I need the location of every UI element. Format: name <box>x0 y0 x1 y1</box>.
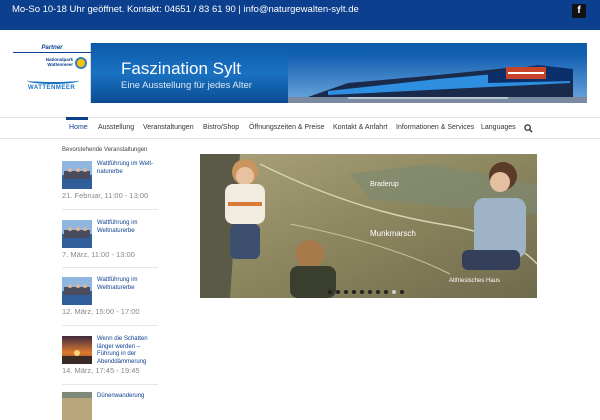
slider-dot[interactable] <box>352 290 356 294</box>
event-title[interactable]: Wattführung im Welt­naturerbe <box>97 161 159 176</box>
event-thumbnail[interactable] <box>62 277 92 305</box>
event-thumbnail[interactable] <box>62 220 92 248</box>
slider-dot-active[interactable] <box>392 290 396 294</box>
event-thumbnail[interactable] <box>62 336 92 364</box>
nav-kontakt[interactable]: Kontakt & Anfahrt <box>333 124 387 131</box>
event-date: 12. März, 15:00 - 17:00 <box>62 307 140 316</box>
nav-bottom-border <box>0 138 600 139</box>
event-separator <box>62 267 158 268</box>
nav-veranstaltungen[interactable]: Veranstaltungen <box>143 124 194 131</box>
event-title[interactable]: Wattführung im Weltnaturerbe <box>97 277 159 292</box>
facebook-icon[interactable]: f <box>572 4 586 18</box>
nav-active-indicator <box>66 117 88 120</box>
waves-icon <box>27 77 79 84</box>
wattenmeer-label: WATTENMEER <box>28 85 76 91</box>
event-date: 7. März, 11:00 - 13:00 <box>62 250 135 259</box>
map-label-braderup: Braderup <box>370 181 399 188</box>
event-date: 21. Februar, 11:00 - 13:00 <box>62 191 149 200</box>
event-title[interactable]: Dünenwanderung <box>97 393 159 401</box>
slider-dot[interactable] <box>360 290 364 294</box>
slider-dot[interactable] <box>328 290 332 294</box>
nav-ausstellung[interactable]: Ausstellung <box>98 124 134 131</box>
event-thumbnail[interactable] <box>62 392 92 420</box>
building-image <box>288 53 587 103</box>
sun-logo-icon <box>75 57 87 69</box>
event-separator <box>62 209 158 210</box>
banner-subtitle: Eine Ausstellung für jedes Alter <box>121 80 252 91</box>
slider-dot[interactable] <box>336 290 340 294</box>
event-title[interactable]: Wenn die Schatten länger werden – Führun… <box>97 336 159 366</box>
map-label-munkmarsch: Munkmarsch <box>370 229 416 238</box>
event-date: 14. März, 17:45 - 19:45 <box>62 366 140 375</box>
map-label-haus: Altfriesisches Haus <box>449 278 500 284</box>
partner-logo[interactable]: Partner Nationalpark Wattenmeer WATTENME… <box>13 43 91 103</box>
hero-slider-image[interactable]: Braderup Munkmarsch Altfriesisches Haus <box>200 154 537 298</box>
nav-home[interactable]: Home <box>69 124 88 131</box>
upcoming-events-heading: Bevorstehende Veranstaltungen <box>62 147 148 153</box>
slider-dot[interactable] <box>376 290 380 294</box>
nationalpark-label: Nationalpark Wattenmeer <box>45 57 73 67</box>
nav-top-border <box>0 117 600 118</box>
event-separator <box>62 384 158 385</box>
contact-info: Mo-So 10-18 Uhr geöffnet. Kontakt: 04651… <box>12 4 359 15</box>
slider-dot[interactable] <box>400 290 404 294</box>
header-banner[interactable]: Partner Nationalpark Wattenmeer WATTENME… <box>13 43 587 103</box>
partner-label: Partner <box>13 45 91 53</box>
banner-title: Faszination Sylt <box>121 59 241 78</box>
slider-dot[interactable] <box>384 290 388 294</box>
nav-oeffnungszeiten[interactable]: Öffnungszeiten & Preise <box>249 124 324 131</box>
top-bar: Mo-So 10-18 Uhr geöffnet. Kontakt: 04651… <box>0 0 600 30</box>
slider-dot[interactable] <box>368 290 372 294</box>
slider-dot[interactable] <box>344 290 348 294</box>
event-separator <box>62 325 158 326</box>
event-thumbnail[interactable] <box>62 161 92 189</box>
search-icon[interactable] <box>524 124 533 133</box>
event-title[interactable]: Wattführung im Weltnaturerbe <box>97 220 159 235</box>
nav-languages[interactable]: Languages <box>481 124 516 131</box>
nav-informationen[interactable]: Informationen & Services <box>396 124 474 131</box>
nav-bistro-shop[interactable]: Bistro/Shop <box>203 124 239 131</box>
